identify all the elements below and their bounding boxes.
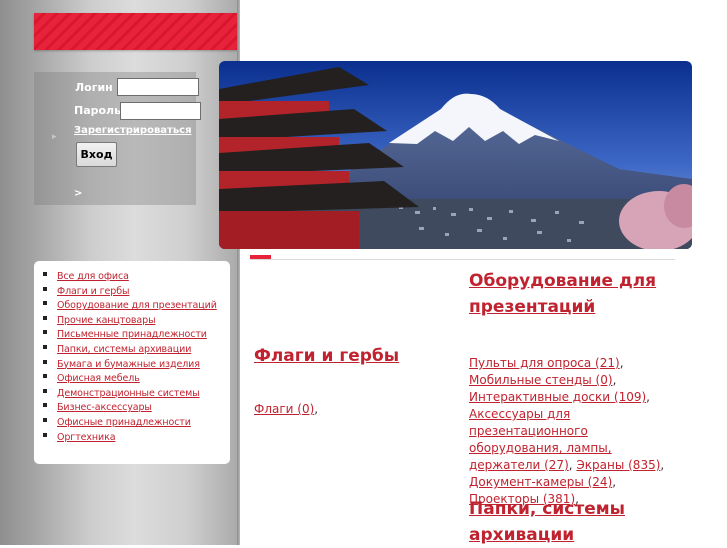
menu-item-link[interactable]: Оборудование для презентаций <box>57 300 217 311</box>
menu-item: Флаги и гербы <box>43 282 230 297</box>
subcategory-link[interactable]: Экраны (835) <box>576 458 660 472</box>
login-label: Логин <box>75 81 113 94</box>
menu-item-link[interactable]: Письменные принадлежности <box>57 329 207 340</box>
divider <box>250 259 675 260</box>
menu-item: Бумага и бумажные изделия <box>43 355 230 370</box>
menu-item: Офисная мебель <box>43 369 230 384</box>
menu-item: Демонстрационные системы <box>43 384 230 399</box>
subcategory-link[interactable]: Документ-камеры (24) <box>469 475 612 489</box>
menu-item-link[interactable]: Все для офиса <box>57 271 129 282</box>
category-menu: Все для офиса Флаги и гербы Оборудование д… <box>34 261 230 464</box>
register-link[interactable]: Зарегистрироваться <box>74 125 192 136</box>
menu-item-link[interactable]: Офисные принадлежности <box>57 417 191 428</box>
password-label: Пароль <box>74 104 122 117</box>
header-banner <box>34 13 237 50</box>
subcategory-link[interactable]: Пульты для опроса (21) <box>469 356 620 370</box>
subcategory-link[interactable]: Флаги (0) <box>254 402 314 416</box>
subcategory-link[interactable]: Интерактивные доски (109) <box>469 390 646 404</box>
menu-item: Все для офиса <box>43 267 230 282</box>
menu-item: Офисные принадлежности <box>43 413 230 428</box>
subcategory-list-presentation: Пульты для опроса (21), Мобильные стенды… <box>469 356 665 506</box>
menu-item: Письменные принадлежности <box>43 325 230 340</box>
menu-item: Бизнес-аксессуары <box>43 398 230 413</box>
menu-item: Оборудование для презентаций <box>43 296 230 311</box>
category-title-presentation[interactable]: Оборудование для презентаций <box>469 268 679 320</box>
menu-item: Оргтехника <box>43 428 230 443</box>
password-input[interactable] <box>120 102 201 120</box>
category-title-folders[interactable]: Папки, системы архивации <box>469 496 679 548</box>
menu-item-link[interactable]: Прочие канцтовары <box>57 315 156 326</box>
login-button[interactable]: Вход <box>76 142 117 167</box>
menu-item-link[interactable]: Флаги и гербы <box>57 286 129 297</box>
menu-item-link[interactable]: Бумага и бумажные изделия <box>57 359 200 370</box>
menu-item-link[interactable]: Демонстрационные системы <box>57 388 200 399</box>
arrow-icon: ▸ <box>52 132 57 142</box>
menu-item: Прочие канцтовары <box>43 311 230 326</box>
subcategory-list-flags: Флаги (0), <box>254 402 319 416</box>
menu-item: Папки, системы архивации <box>43 340 230 355</box>
menu-item-link[interactable]: Папки, системы архивации <box>57 344 191 355</box>
more-link[interactable]: > <box>74 188 82 199</box>
banner-image <box>219 61 692 249</box>
login-input[interactable] <box>117 78 199 96</box>
subcategory-link[interactable]: Мобильные стенды (0) <box>469 373 613 387</box>
menu-item-link[interactable]: Оргтехника <box>57 432 116 443</box>
category-title-flags[interactable]: Флаги и гербы <box>254 343 454 369</box>
menu-item-link[interactable]: Бизнес-аксессуары <box>57 402 152 413</box>
menu-item-link[interactable]: Офисная мебель <box>57 373 140 384</box>
